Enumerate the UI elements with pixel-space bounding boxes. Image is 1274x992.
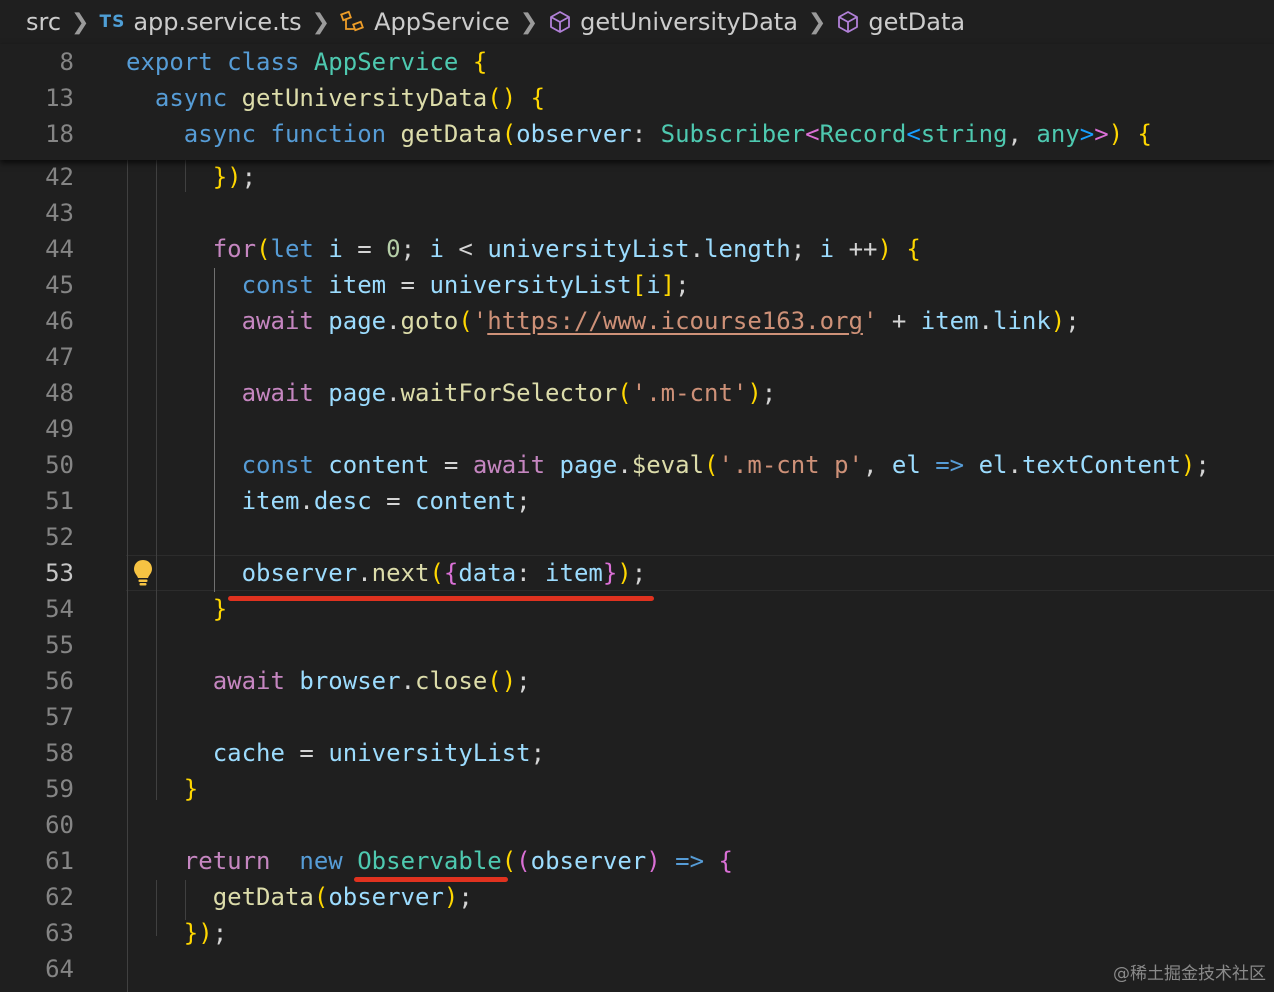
code-text: const content = await page.$eval('.m-cnt… — [241, 451, 1210, 479]
code-text: }); — [212, 163, 257, 191]
code-text: const item = universityList[i]; — [241, 271, 690, 299]
method-cube-icon — [550, 11, 571, 33]
code-line[interactable]: 62 getData(observer); — [0, 879, 1274, 915]
code-line[interactable]: 59 } — [0, 771, 1274, 807]
code-line[interactable]: 46 await page.goto('https://www.icourse1… — [0, 303, 1274, 339]
code-line[interactable]: 55 — [0, 627, 1274, 663]
code-text: async getUniversityData() { — [154, 84, 546, 112]
line-number[interactable]: 55 — [0, 631, 74, 659]
breadcrumb-file[interactable]: TS app.service.ts — [99, 8, 301, 36]
code-line[interactable]: 57 — [0, 699, 1274, 735]
code-line[interactable]: 45 const item = universityList[i]; — [0, 267, 1274, 303]
breadcrumb-file-label: app.service.ts — [133, 8, 302, 36]
chevron-right-icon: ❯ — [71, 9, 90, 35]
breadcrumb-folder-label: src — [26, 8, 62, 36]
indent-guide — [185, 880, 186, 920]
line-number[interactable]: 57 — [0, 703, 74, 731]
line-number[interactable]: 53 — [0, 559, 74, 587]
method-cube-icon — [838, 11, 859, 33]
indent-guide — [127, 160, 128, 992]
code-text: observer.next({data: item}); — [241, 559, 647, 587]
code-line[interactable]: 56 await browser.close(); — [0, 663, 1274, 699]
code-text: await page.waitForSelector('.m-cnt'); — [241, 379, 777, 407]
lightbulb-icon[interactable] — [132, 558, 154, 588]
code-text: return new Observable((observer) => { — [183, 847, 733, 875]
code-text: } — [212, 595, 228, 623]
chevron-right-icon: ❯ — [807, 9, 827, 35]
line-number[interactable]: 61 — [0, 847, 74, 875]
line-number[interactable]: 8 — [0, 48, 74, 76]
sticky-code-line[interactable]: 8 export class AppService { — [0, 44, 1274, 80]
line-number[interactable]: 58 — [0, 739, 74, 767]
line-number[interactable]: 47 — [0, 343, 74, 371]
indent-guide — [185, 160, 186, 192]
sticky-code-line[interactable]: 18 async function getData(observer: Subs… — [0, 116, 1274, 152]
code-line[interactable]: 60 — [0, 807, 1274, 843]
code-line[interactable]: 61 return new Observable((observer) => { — [0, 843, 1274, 879]
class-icon — [340, 10, 365, 32]
breadcrumb: src ❯ TS app.service.ts ❯ AppService ❯ g… — [0, 0, 1274, 44]
code-text: } — [183, 775, 199, 803]
line-number[interactable]: 56 — [0, 667, 74, 695]
code-text: await browser.close(); — [212, 667, 531, 695]
code-text: item.desc = content; — [241, 487, 531, 515]
code-line[interactable]: 63 }); — [0, 915, 1274, 951]
code-line[interactable]: 52 — [0, 519, 1274, 555]
code-line[interactable]: 43 — [0, 195, 1274, 231]
line-number[interactable]: 50 — [0, 451, 74, 479]
code-line[interactable]: 53 observer.next({data: item}); — [0, 555, 1274, 591]
code-text: cache = universityList; — [212, 739, 546, 767]
code-text: getData(observer); — [212, 883, 473, 911]
line-number[interactable]: 54 — [0, 595, 74, 623]
sticky-code-line[interactable]: 13 async getUniversityData() { — [0, 80, 1274, 116]
annotation-underline — [354, 877, 508, 882]
line-number[interactable]: 49 — [0, 415, 74, 443]
line-number[interactable]: 46 — [0, 307, 74, 335]
line-number[interactable]: 59 — [0, 775, 74, 803]
ts-file-icon: TS — [99, 12, 126, 32]
line-number[interactable]: 42 — [0, 163, 74, 191]
line-number[interactable]: 44 — [0, 235, 74, 263]
breadcrumb-function[interactable]: getData — [836, 8, 965, 36]
line-number[interactable]: 64 — [0, 955, 74, 983]
line-number[interactable]: 48 — [0, 379, 74, 407]
line-number[interactable]: 52 — [0, 523, 74, 551]
code-line[interactable]: 42 }); — [0, 159, 1274, 195]
breadcrumb-function-label: getData — [868, 8, 966, 36]
code-text: }); — [183, 919, 228, 947]
indent-guide — [156, 880, 157, 936]
indent-guide — [156, 160, 157, 800]
code-line[interactable]: 64 — [0, 951, 1274, 987]
annotation-underline — [228, 596, 654, 601]
line-number[interactable]: 62 — [0, 883, 74, 911]
line-number[interactable]: 60 — [0, 811, 74, 839]
chevron-right-icon: ❯ — [311, 9, 331, 35]
breadcrumb-method[interactable]: getUniversityData — [548, 8, 798, 36]
breadcrumb-folder[interactable]: src — [26, 8, 61, 36]
code-text: for(let i = 0; i < universityList.length… — [212, 235, 921, 263]
line-number[interactable]: 45 — [0, 271, 74, 299]
line-number[interactable]: 13 — [0, 84, 74, 112]
indent-guide — [214, 268, 215, 592]
code-line[interactable]: 44 for(let i = 0; i < universityList.len… — [0, 231, 1274, 267]
breadcrumb-class[interactable]: AppService — [340, 8, 510, 36]
code-line[interactable]: 49 — [0, 411, 1274, 447]
sticky-scroll-header[interactable]: 8 export class AppService { 13 async getUn… — [0, 44, 1274, 160]
chevron-right-icon: ❯ — [519, 9, 539, 35]
code-text: export class AppService { — [126, 48, 488, 76]
code-text: async function getData(observer: Subscri… — [183, 120, 1152, 148]
breadcrumb-method-label: getUniversityData — [580, 8, 798, 36]
code-text: await page.goto('https://www.icourse163.… — [241, 307, 1080, 335]
code-line[interactable]: 51 item.desc = content; — [0, 483, 1274, 519]
watermark: @稀土掘金技术社区 — [1113, 964, 1266, 984]
code-line[interactable]: 48 await page.waitForSelector('.m-cnt'); — [0, 375, 1274, 411]
line-number[interactable]: 63 — [0, 919, 74, 947]
line-number[interactable]: 18 — [0, 120, 74, 148]
line-number[interactable]: 51 — [0, 487, 74, 515]
breadcrumb-class-label: AppService — [374, 8, 510, 36]
code-line[interactable]: 58 cache = universityList; — [0, 735, 1274, 771]
code-line[interactable]: 50 const content = await page.$eval('.m-… — [0, 447, 1274, 483]
code-line[interactable]: 47 — [0, 339, 1274, 375]
line-number[interactable]: 43 — [0, 199, 74, 227]
